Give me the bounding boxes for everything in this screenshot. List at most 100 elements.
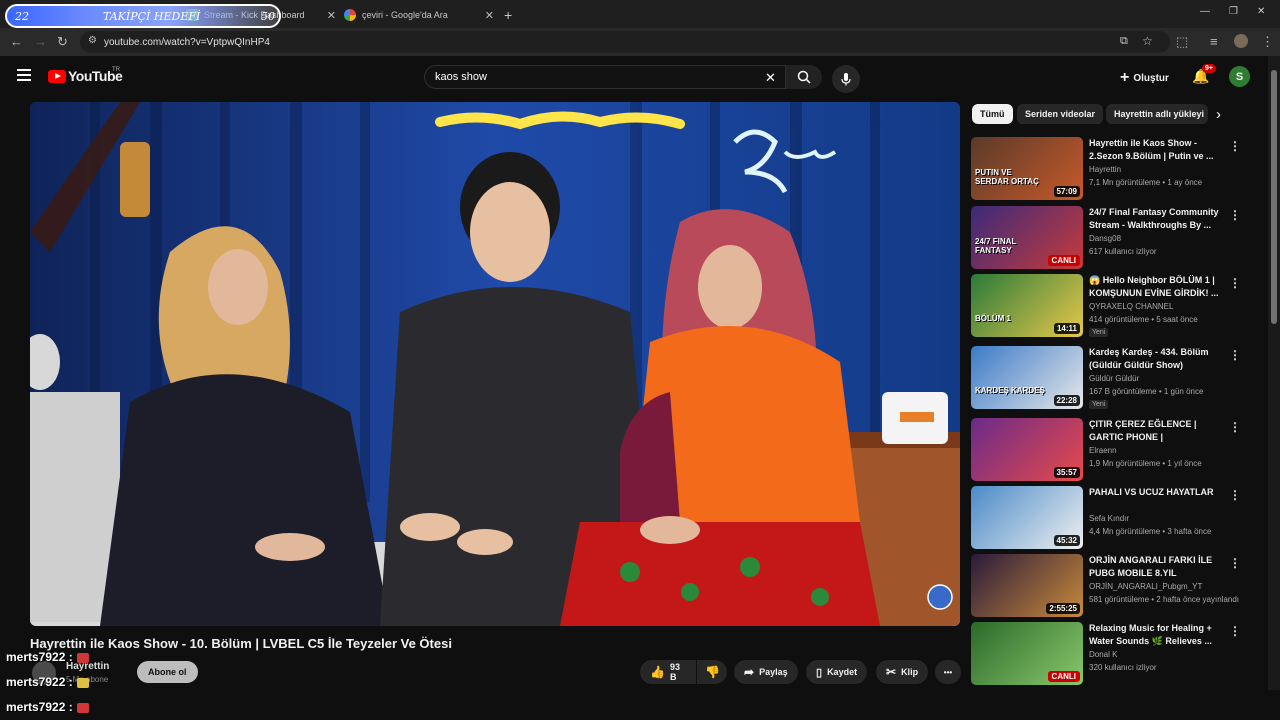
video-thumbnail[interactable]: 35:57 (971, 418, 1083, 481)
chat-message: merts7922 : (6, 675, 89, 689)
reload-icon[interactable]: ↻ (57, 34, 68, 50)
recommendation-title[interactable]: PAHALI VS UCUZ HAYATLAR (1089, 486, 1219, 499)
reading-list-icon[interactable]: ≡ (1210, 34, 1218, 49)
video-thumbnail[interactable]: 45:32 (971, 486, 1083, 549)
recommendation-channel[interactable]: Hayrettin (1089, 165, 1121, 174)
recommendation-channel[interactable]: Dansg08 (1089, 234, 1121, 243)
recommendation-item[interactable]: 24/7 FINAL FANTASY CANLI 24/7 Final Fantas… (971, 206, 1261, 270)
recommendation-item[interactable]: 45:32 PAHALI VS UCUZ HAYATLAR Sefa Kındır 4… (971, 486, 1261, 550)
live-badge: CANLI (1047, 255, 1080, 266)
like-count: 93 B (669, 662, 680, 682)
recommendation-title[interactable]: Kardeş Kardeş - 434. Bölüm (Güldür Güldü… (1089, 346, 1219, 372)
kebab-menu-icon[interactable]: ⋮ (1229, 624, 1241, 638)
recommendation-channel[interactable]: Güldür Güldür (1089, 374, 1139, 383)
recommendation-channel[interactable]: Donal K (1089, 650, 1117, 659)
recommendation-channel[interactable]: ORJİN_ANGARALI_Pubgm_YT (1089, 582, 1202, 591)
video-thumbnail[interactable]: KARDEŞ KARDEŞ 22:28 (971, 346, 1083, 409)
browser-address-bar: ← → ↻ ⚙ youtube.com/watch?v=VptpwQInHP4 … (0, 28, 1280, 56)
recommendation-title[interactable]: Hayrettin ile Kaos Show - 2.Sezon 9.Bölü… (1089, 137, 1219, 163)
kebab-menu-icon[interactable]: ⋮ (1229, 208, 1241, 222)
extensions-icon[interactable]: ⬚ (1176, 34, 1188, 50)
like-button[interactable]: 👍 93 B (640, 660, 696, 684)
video-thumbnail[interactable]: CANLI (971, 622, 1083, 685)
maximize-button[interactable]: ❐ (1229, 6, 1238, 17)
recommendation-item[interactable]: 35:57 ÇITIR ÇEREZ EĞLENCE | GARTIC PHONE … (971, 418, 1261, 482)
video-frame (30, 102, 960, 626)
dislike-button[interactable]: 👎 (697, 660, 727, 684)
search-button[interactable] (786, 65, 822, 89)
minimize-button[interactable]: — (1200, 6, 1210, 17)
thumbs-down-icon: 👎 (705, 665, 720, 679)
recommendation-channel[interactable]: Sefa Kındır (1089, 514, 1129, 523)
chat-message: merts7922 : (6, 650, 89, 664)
kebab-menu-icon[interactable]: ⋮ (1229, 420, 1241, 434)
close-tab-icon[interactable]: ✕ (485, 9, 494, 22)
tab-google-search[interactable]: çeviri - Google'da Ara ✕ (344, 4, 500, 26)
clear-search-icon[interactable]: ✕ (765, 70, 776, 86)
hamburger-menu-icon[interactable] (17, 69, 31, 81)
recommendation-meta: 167 B görüntüleme • 1 gün önce (1089, 387, 1204, 396)
save-button[interactable]: ▯ Kaydet (806, 660, 868, 684)
browser-menu-icon[interactable]: ⋮ (1261, 34, 1274, 50)
url-field[interactable]: ⚙ youtube.com/watch?v=VptpwQInHP4 ⧉ ☆ (80, 31, 1170, 53)
bookmark-star-icon[interactable]: ☆ (1142, 34, 1153, 48)
kebab-menu-icon[interactable]: ⋮ (1229, 348, 1241, 362)
video-player[interactable] (30, 102, 960, 626)
recommendation-channel[interactable]: QYRAXELQ CHANNEL (1089, 302, 1173, 311)
youtube-logo-icon[interactable] (48, 70, 66, 83)
chat-message: merts7922 : (6, 700, 89, 714)
thumbnail-text: BÖLÜM 1 (975, 314, 1011, 323)
site-info-icon[interactable]: ⚙ (88, 35, 97, 46)
video-thumbnail[interactable]: BÖLÜM 1 14:11 (971, 274, 1083, 337)
chip-uploader[interactable]: Hayrettin adlı yükleyi (1106, 104, 1208, 124)
new-badge: Yeni (1089, 328, 1109, 337)
recommendation-title[interactable]: ÇITIR ÇEREZ EĞLENCE | GARTIC PHONE | (1089, 418, 1219, 444)
account-avatar[interactable]: S (1229, 66, 1250, 87)
chip-series[interactable]: Seriden videolar (1017, 104, 1104, 124)
kebab-menu-icon[interactable]: ⋮ (1229, 139, 1241, 153)
voice-search-button[interactable] (832, 65, 860, 93)
create-button[interactable]: + Oluştur (1120, 68, 1169, 88)
close-window-button[interactable]: ✕ (1257, 6, 1265, 17)
duration-badge: 57:09 (1053, 186, 1080, 197)
kebab-menu-icon[interactable]: ⋮ (1229, 276, 1241, 290)
video-thumbnail[interactable]: 24/7 FINAL FANTASY CANLI (971, 206, 1083, 269)
new-tab-button[interactable]: + (504, 4, 512, 26)
notifications-button[interactable]: 🔔 9+ (1192, 64, 1216, 85)
video-thumbnail[interactable]: 2:55:25 (971, 554, 1083, 617)
forward-icon[interactable]: → (34, 34, 47, 49)
subscribe-button[interactable]: Abone ol (137, 661, 198, 683)
chevron-right-icon[interactable]: › (1216, 106, 1221, 123)
video-thumbnail[interactable]: PUTIN VE SERDAR ORTAÇ 57:09 (971, 137, 1083, 200)
install-app-icon[interactable]: ⧉ (1120, 35, 1128, 48)
recommendation-channel[interactable]: Elraenn (1089, 446, 1117, 455)
scrollbar-thumb[interactable] (1271, 70, 1277, 324)
search-input[interactable]: kaos show ✕ (424, 65, 786, 89)
kebab-menu-icon[interactable]: ⋮ (1229, 488, 1241, 502)
recommendation-title[interactable]: ORJİN ANGARALI FARKI İLE PUBG MOBILE 8.Y… (1089, 554, 1219, 580)
recommendation-item[interactable]: KARDEŞ KARDEŞ 22:28 Kardeş Kardeş - 434. B… (971, 346, 1261, 410)
recommendation-item[interactable]: PUTIN VE SERDAR ORTAÇ 57:09 Hayrettin ile … (971, 137, 1261, 201)
clip-button[interactable]: ✂ Klip (876, 660, 929, 684)
share-icon: ➦ (744, 665, 755, 679)
thumbnail-text: PUTIN VE SERDAR ORTAÇ (975, 168, 1039, 186)
kebab-menu-icon[interactable]: ⋮ (1229, 556, 1241, 570)
profile-avatar[interactable] (1234, 34, 1248, 48)
recommendation-item[interactable]: 2:55:25 ORJİN ANGARALI FARKI İLE PUBG MOB… (971, 554, 1261, 618)
duration-badge: 2:55:25 (1046, 603, 1080, 614)
close-tab-icon[interactable]: ✕ (327, 9, 336, 22)
recommendation-meta: 617 kullanıcı izliyor (1089, 247, 1157, 256)
more-actions-button[interactable]: ••• (935, 660, 961, 684)
recommendation-item[interactable]: BÖLÜM 1 14:11 😱 Hello Neighbor BÖLÜM 1 | K… (971, 274, 1261, 338)
page-scrollbar[interactable] (1268, 56, 1280, 690)
recommendation-title[interactable]: 😱 Hello Neighbor BÖLÜM 1 | KOMŞUNUN EVİN… (1089, 274, 1219, 300)
recommendation-meta: 581 görüntüleme • 2 hafta önce yayınland… (1089, 595, 1240, 604)
recommendation-title[interactable]: Relaxing Music for Healing + Water Sound… (1089, 622, 1219, 648)
back-icon[interactable]: ← (10, 34, 23, 49)
scissors-icon: ✂ (886, 665, 897, 679)
recommendation-title[interactable]: 24/7 Final Fantasy Community Stream - Wa… (1089, 206, 1219, 232)
share-button[interactable]: ➦ Paylaş (734, 660, 798, 684)
recommendation-item[interactable]: CANLI Relaxing Music for Healing + Water … (971, 622, 1261, 686)
clip-label: Klip (901, 667, 919, 677)
chip-all[interactable]: Tümü (972, 104, 1013, 124)
